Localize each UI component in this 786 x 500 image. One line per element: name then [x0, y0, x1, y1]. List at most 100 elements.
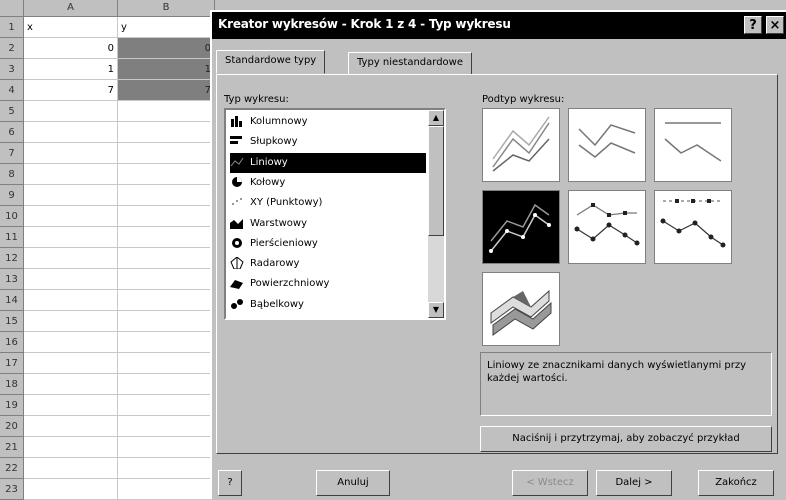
list-scrollbar[interactable]: ▲ ▼ — [428, 110, 444, 318]
sheet-cell[interactable] — [24, 227, 118, 248]
sheet-cell[interactable]: 7 — [24, 80, 118, 101]
dialog-titlebar[interactable]: Kreator wykresów - Krok 1 z 4 - Typ wykr… — [212, 12, 786, 39]
sheet-cell[interactable] — [24, 458, 118, 479]
scroll-down-button[interactable]: ▼ — [428, 302, 444, 318]
sheet-cell[interactable] — [24, 332, 118, 353]
subtype-100-stacked-line-markers[interactable] — [654, 190, 732, 264]
sheet-cell[interactable] — [118, 374, 215, 395]
sheet-cell[interactable] — [118, 101, 215, 122]
finish-button[interactable]: Zakończ — [698, 470, 774, 496]
chart-type-item[interactable]: Radarowy — [230, 254, 426, 274]
next-button[interactable]: Dalej > — [596, 470, 672, 496]
sheet-cell[interactable]: 1 — [118, 59, 215, 80]
sheet-cell[interactable]: x — [24, 17, 118, 38]
chart-type-item[interactable]: XY (Punktowy) — [230, 193, 426, 213]
sheet-cell[interactable] — [118, 248, 215, 269]
row-header[interactable]: 12 — [0, 248, 24, 269]
chart-type-item[interactable]: Kolumnowy — [230, 112, 426, 132]
row-header[interactable]: 22 — [0, 458, 24, 479]
row-header[interactable]: 11 — [0, 227, 24, 248]
sheet-cell[interactable] — [118, 269, 215, 290]
sheet-cell[interactable] — [24, 143, 118, 164]
sheet-cell[interactable] — [118, 143, 215, 164]
subtype-line-markers[interactable] — [482, 190, 560, 264]
sheet-cell[interactable] — [118, 479, 215, 500]
sheet-cell[interactable] — [24, 164, 118, 185]
sheet-cell[interactable] — [118, 227, 215, 248]
row-header[interactable]: 21 — [0, 437, 24, 458]
chart-type-item[interactable]: Pierścieniowy — [230, 234, 426, 254]
row-header[interactable]: 1 — [0, 17, 24, 38]
sheet-cell[interactable]: 7 — [118, 80, 215, 101]
sheet-cell[interactable] — [118, 185, 215, 206]
row-header[interactable]: 4 — [0, 80, 24, 101]
chart-type-item[interactable]: Słupkowy — [230, 132, 426, 152]
back-button[interactable]: < Wstecz — [512, 470, 588, 496]
sheet-cell[interactable] — [118, 206, 215, 227]
row-header[interactable]: 6 — [0, 122, 24, 143]
row-header[interactable]: 3 — [0, 59, 24, 80]
chart-type-list[interactable]: Kolumnowy Słupkowy Liniowy Kołowy XY (Punkto… — [224, 108, 446, 320]
row-header[interactable]: 19 — [0, 395, 24, 416]
sheet-cell[interactable]: 0 — [24, 38, 118, 59]
sheet-cell[interactable] — [24, 206, 118, 227]
row-header[interactable]: 14 — [0, 290, 24, 311]
cancel-button[interactable]: Anuluj — [316, 470, 390, 496]
tab-standard-types[interactable]: Standardowe typy — [216, 50, 326, 74]
column-header-b[interactable]: B — [118, 0, 215, 17]
sheet-cell[interactable] — [118, 416, 215, 437]
sheet-cell[interactable] — [118, 458, 215, 479]
tab-custom-types[interactable]: Typy niestandardowe — [348, 52, 472, 74]
sheet-cell[interactable] — [24, 395, 118, 416]
chart-type-item[interactable]: Kołowy — [230, 173, 426, 193]
press-and-hold-preview-button[interactable]: Naciśnij i przytrzymaj, aby zobaczyć prz… — [480, 426, 772, 452]
row-header[interactable]: 18 — [0, 374, 24, 395]
sheet-cell[interactable] — [118, 353, 215, 374]
sheet-cell[interactable] — [24, 437, 118, 458]
chart-type-item[interactable]: Powierzchniowy — [230, 274, 426, 294]
sheet-cell[interactable] — [24, 269, 118, 290]
row-header[interactable]: 20 — [0, 416, 24, 437]
row-header[interactable]: 8 — [0, 164, 24, 185]
help-button[interactable]: ? — [218, 470, 242, 496]
row-header[interactable]: 2 — [0, 38, 24, 59]
row-header[interactable]: 10 — [0, 206, 24, 227]
sheet-cell[interactable] — [24, 290, 118, 311]
sheet-cell[interactable] — [118, 311, 215, 332]
scroll-thumb[interactable] — [428, 126, 444, 236]
help-title-button[interactable]: ? — [744, 16, 762, 34]
sheet-cell[interactable]: y — [118, 17, 215, 38]
sheet-cell[interactable] — [24, 416, 118, 437]
sheet-cell[interactable]: 0 — [118, 38, 215, 59]
subtype-stacked-line[interactable] — [568, 108, 646, 182]
row-header[interactable]: 17 — [0, 353, 24, 374]
chart-type-item[interactable]: Bąbelkowy — [230, 295, 426, 315]
sheet-cell[interactable] — [24, 479, 118, 500]
subtype-3d-line[interactable] — [482, 272, 560, 346]
subtype-stacked-line-markers[interactable] — [568, 190, 646, 264]
scroll-up-button[interactable]: ▲ — [428, 110, 444, 126]
sheet-cell[interactable] — [24, 311, 118, 332]
sheet-cell[interactable] — [118, 395, 215, 416]
sheet-cell[interactable] — [24, 185, 118, 206]
chart-type-item[interactable]: Liniowy — [230, 152, 426, 173]
row-header[interactable]: 5 — [0, 101, 24, 122]
subtype-line[interactable] — [482, 108, 560, 182]
sheet-cell[interactable] — [24, 101, 118, 122]
sheet-cell[interactable] — [118, 164, 215, 185]
sheet-cell[interactable]: 1 — [24, 59, 118, 80]
sheet-cell[interactable] — [24, 374, 118, 395]
row-header[interactable]: 16 — [0, 332, 24, 353]
column-header-a[interactable]: A — [24, 0, 118, 17]
row-header[interactable]: 23 — [0, 479, 24, 500]
sheet-cell[interactable] — [118, 332, 215, 353]
chart-type-item[interactable]: Warstwowy — [230, 214, 426, 234]
row-header[interactable]: 7 — [0, 143, 24, 164]
close-button[interactable]: × — [766, 16, 784, 34]
subtype-100-stacked-line[interactable] — [654, 108, 732, 182]
row-header[interactable]: 9 — [0, 185, 24, 206]
select-all-corner[interactable] — [0, 0, 24, 17]
sheet-cell[interactable] — [24, 248, 118, 269]
sheet-cell[interactable] — [24, 353, 118, 374]
row-header[interactable]: 13 — [0, 269, 24, 290]
